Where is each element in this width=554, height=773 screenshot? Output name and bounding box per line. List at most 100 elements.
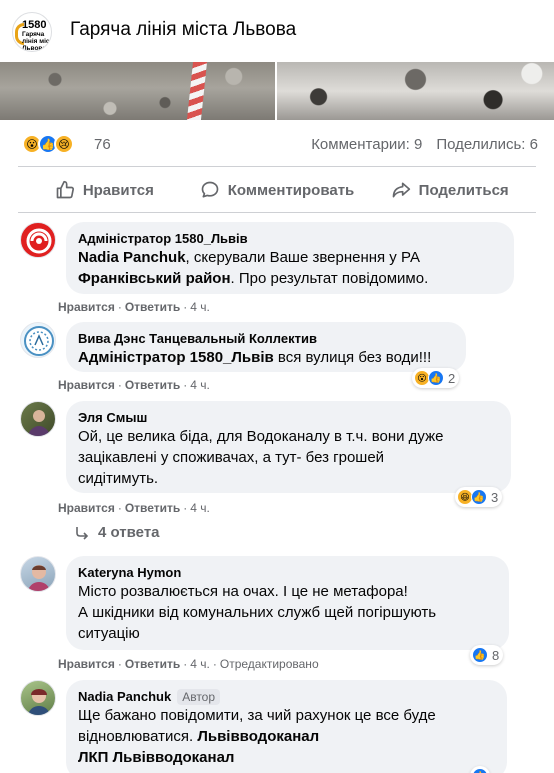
comment-line: ЛКП Львівводоканал xyxy=(78,747,495,768)
comment-reaction-count: 3 xyxy=(491,489,499,505)
post-stats: Комментарии: 9 Поделились: 6 xyxy=(311,136,538,153)
comments-count[interactable]: Комментарии: 9 xyxy=(311,136,422,153)
comment-line: зацікавлені у споживачах, а тут- без гро… xyxy=(78,449,385,466)
comment-time[interactable]: 4 ч. xyxy=(190,501,210,515)
mention-link[interactable]: Львівводоканал xyxy=(197,728,319,745)
comment-text: Адміністратор 1580_Львів вся вулиця без … xyxy=(78,347,454,368)
mention-link[interactable]: Франківський район xyxy=(78,270,231,287)
comment-bubble: Вива Дэнс Танцевальный Коллектив Адмініс… xyxy=(66,322,466,372)
comment-bubble: Адміністратор 1580_Львів Nadia Panchuk, … xyxy=(66,222,514,294)
comment-line: ситуацію xyxy=(78,625,140,642)
like-reaction-icon: 👍 xyxy=(471,489,487,505)
comment-text: Ще бажано повідомити, за чий рахунок це … xyxy=(78,705,495,768)
comment-meta: Нравится · Ответить · 4 ч. · Отредактировано xyxy=(58,657,319,671)
comment-text-part: . Про результат повідомимо. xyxy=(230,270,429,287)
comment-reaction-count: 8 xyxy=(492,647,500,663)
comment-line: відновлюватися. Львівводоканал xyxy=(78,726,495,747)
comment-bubble: Kateryna Hymon Місто розвалюється на оча… xyxy=(66,556,509,650)
comment-like-link[interactable]: Нравится xyxy=(58,657,115,671)
comment-like-link[interactable]: Нравится xyxy=(58,378,115,392)
comment-text: Ой, це велика біда, для Водоканалу в т.ч… xyxy=(78,426,499,489)
user-photo-icon xyxy=(27,689,51,715)
comment-reaction-count: 2 xyxy=(448,370,456,386)
like-reaction-icon: 👍 xyxy=(472,768,488,773)
share-button[interactable]: Поделиться xyxy=(363,168,536,212)
comment-text-part: вся вулиця без води!!! xyxy=(273,349,432,366)
post-photos xyxy=(0,62,554,120)
photo-texture xyxy=(277,62,554,120)
comment-author[interactable]: Адміністратор 1580_Львів xyxy=(78,230,502,247)
post-actions: Нравится Комментировать Поделиться xyxy=(18,168,536,212)
comment-author[interactable]: Вива Дэнс Танцевальный Коллектив xyxy=(78,330,454,347)
comment-button-label: Комментировать xyxy=(227,181,355,199)
comment-button[interactable]: Комментировать xyxy=(191,168,364,212)
comment-meta: Нравится · Ответить · 4 ч. xyxy=(58,300,210,314)
comment-reactions[interactable]: 👍 8 xyxy=(470,645,504,665)
dance-logo-icon xyxy=(24,326,54,356)
photo-texture xyxy=(0,62,275,120)
post-photo-right[interactable] xyxy=(277,62,554,120)
user-photo-icon xyxy=(27,565,51,591)
page-title[interactable]: Гаряча лінія міста Львова xyxy=(70,19,296,41)
hotline-logo-icon xyxy=(26,228,52,254)
comment-line: Ой, це велика біда, для Водоканалу в т.ч… xyxy=(78,428,444,445)
comment-author[interactable]: Kateryna Hymon xyxy=(78,564,497,581)
reactions-summary: 😮 👍 😢 76 Комментарии: 9 Поделились: 6 xyxy=(0,122,554,166)
comment-text-part: , скерували Ваше звернення у РА xyxy=(185,249,420,266)
view-replies-label: 4 ответа xyxy=(98,524,160,541)
mention-link[interactable]: Nadia Panchuk xyxy=(78,249,186,266)
post-photo-left[interactable] xyxy=(0,62,275,120)
comment-text-part: відновлюватися. xyxy=(78,728,198,745)
like-button-label: Нравится xyxy=(82,181,154,199)
comment-text: Місто розвалюється на очах. І це не мета… xyxy=(78,581,497,644)
mention-link[interactable]: ЛКП Львівводоканал xyxy=(78,749,234,766)
comment-time[interactable]: 4 ч. xyxy=(190,657,210,671)
comment-author-row: Nadia Panchuk Автор xyxy=(78,688,495,705)
like-reaction-icon: 👍 xyxy=(472,647,488,663)
logo-subtitle: Гаряча лінія міста Львова xyxy=(22,31,51,52)
comment-reactions[interactable]: 😆 👍 3 xyxy=(455,487,503,507)
comment-author[interactable]: Nadia Panchuk xyxy=(78,688,171,705)
comment-like-link[interactable]: Нравится xyxy=(58,300,115,314)
reaction-count[interactable]: 76 xyxy=(94,136,111,153)
comment-icon xyxy=(201,181,219,198)
comment-text: Nadia Panchuk, скерували Ваше звернення … xyxy=(78,247,502,289)
comment-meta: Нравится · Ответить · 4 ч. xyxy=(58,378,210,392)
reply-arrow-icon xyxy=(76,526,89,540)
comment-time[interactable]: 4 ч. xyxy=(190,378,210,392)
mention-link[interactable]: Адміністратор 1580_Львів xyxy=(78,349,274,366)
comment-author[interactable]: Эля Смыш xyxy=(78,409,499,426)
logo-number: 1580 xyxy=(22,19,47,31)
comment-meta: Нравится · Ответить · 4 ч. xyxy=(58,501,210,515)
avatar[interactable] xyxy=(20,322,56,358)
shares-count[interactable]: Поделились: 6 xyxy=(436,136,538,153)
comment-reactions[interactable]: 😮 👍 2 xyxy=(412,368,460,388)
post-header: 1580 Гаряча лінія міста Львова Гаряча лі… xyxy=(0,0,554,62)
view-replies-link[interactable]: 4 ответа xyxy=(74,524,160,541)
thumbs-up-icon xyxy=(56,180,74,199)
avatar[interactable] xyxy=(20,401,56,437)
comment-bubble: Nadia Panchuk Автор Ще бажано повідомити… xyxy=(66,680,507,773)
comment-line: Ще бажано повідомити, за чий рахунок це … xyxy=(78,707,436,724)
divider xyxy=(18,212,536,213)
edited-label[interactable]: Отредактировано xyxy=(220,657,319,671)
comment-line: Місто розвалюється на очах. І це не мета… xyxy=(78,583,408,600)
avatar[interactable] xyxy=(20,222,56,258)
avatar[interactable] xyxy=(20,556,56,592)
comment-line: А шкідники від комунальних служб щей пог… xyxy=(78,604,437,621)
comment-reply-link[interactable]: Ответить xyxy=(125,657,180,671)
comment-time[interactable]: 4 ч. xyxy=(190,300,210,314)
avatar[interactable] xyxy=(20,680,56,716)
user-photo-icon xyxy=(27,410,51,436)
divider xyxy=(18,166,536,167)
page-logo[interactable]: 1580 Гаряча лінія міста Львова xyxy=(12,12,52,52)
reaction-icons[interactable]: 😮 👍 😢 xyxy=(22,134,74,154)
like-button[interactable]: Нравится xyxy=(18,168,191,212)
comment-like-link[interactable]: Нравится xyxy=(58,501,115,515)
share-arrow-icon xyxy=(392,182,410,198)
comment-reply-link[interactable]: Ответить xyxy=(125,501,180,515)
comment-reply-link[interactable]: Ответить xyxy=(125,300,180,314)
like-reaction-icon: 👍 xyxy=(428,370,444,386)
comment-reply-link[interactable]: Ответить xyxy=(125,378,180,392)
share-button-label: Поделиться xyxy=(418,181,509,199)
